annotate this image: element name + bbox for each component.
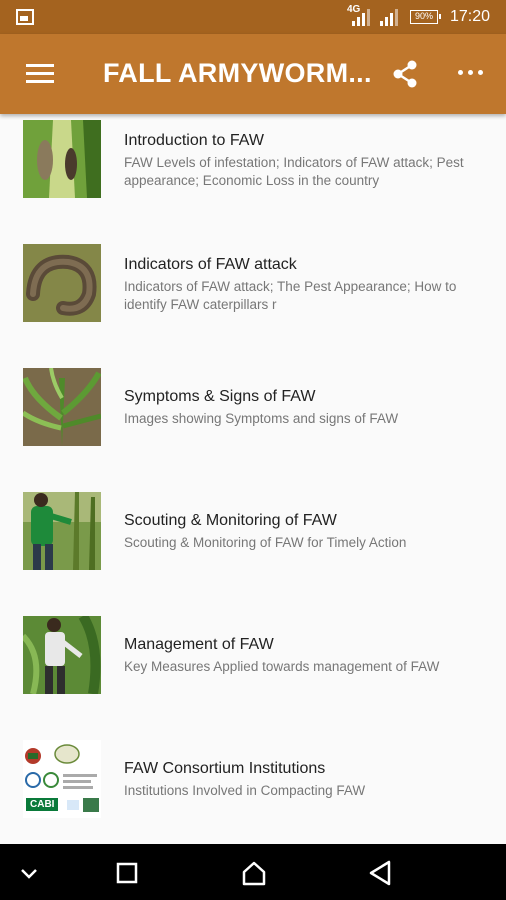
item-title: Management of FAW [124,636,274,653]
share-icon[interactable] [390,59,420,89]
item-title: Introduction to FAW [124,132,264,149]
system-navigation-bar [0,844,506,900]
management-field-thumbnail [23,616,101,694]
more-options-icon[interactable] [458,70,484,78]
list-item-symptoms[interactable]: Symptoms & Signs of FAW Images showing S… [0,362,506,486]
item-subtitle: Images showing Symptoms and signs of FAW [124,411,399,426]
topic-list: Introduction to FAW FAW Levels of infest… [0,114,506,844]
battery-icon: 90% [410,10,441,24]
item-title: Indicators of FAW attack [124,256,297,273]
list-item-indicators[interactable]: Indicators of FAW attack Indicators of F… [0,238,506,362]
signal-strength-icon-2 [380,9,398,26]
signal-strength-icon [352,9,370,26]
item-subtitle: Indicators of FAW attack; The Pest Appea… [124,279,457,312]
item-subtitle: Institutions Involved in Compacting FAW [124,783,366,798]
list-item-scouting[interactable]: Scouting & Monitoring of FAW Scouting & … [0,486,506,610]
institution-logos-thumbnail: CABI [23,740,101,818]
app-title: FALL ARMYWORM... [103,58,372,88]
list-item-management[interactable]: Management of FAW Key Measures Applied t… [0,610,506,734]
item-title: Scouting & Monitoring of FAW [124,512,337,529]
status-bar: 4G 90% 17:20 [0,0,506,34]
caterpillar-thumbnail [23,244,101,322]
item-subtitle: Key Measures Applied towards management … [124,659,440,674]
recent-apps-icon[interactable] [112,858,142,888]
cabi-logo: CABI [26,798,59,811]
app-bar: FALL ARMYWORM... [0,34,506,114]
home-icon[interactable] [239,858,269,888]
back-icon[interactable] [365,858,395,888]
list-item-institutions[interactable]: CABI FAW Consortium Institutions Institu… [0,734,506,844]
scouting-field-thumbnail [23,492,101,570]
moth-thumbnail [23,120,101,198]
clock: 17:20 [450,8,491,25]
image-notification-icon [16,9,34,25]
maize-plant-thumbnail [23,368,101,446]
item-subtitle: Scouting & Monitoring of FAW for Timely … [124,535,407,550]
item-title: FAW Consortium Institutions [124,760,326,777]
hamburger-menu-icon[interactable] [26,64,54,84]
chevron-down-icon[interactable] [14,858,44,888]
item-title: Symptoms & Signs of FAW [124,388,316,405]
list-item-introduction[interactable]: Introduction to FAW FAW Levels of infest… [0,114,506,238]
item-subtitle: FAW Levels of infestation; Indicators of… [124,155,464,188]
